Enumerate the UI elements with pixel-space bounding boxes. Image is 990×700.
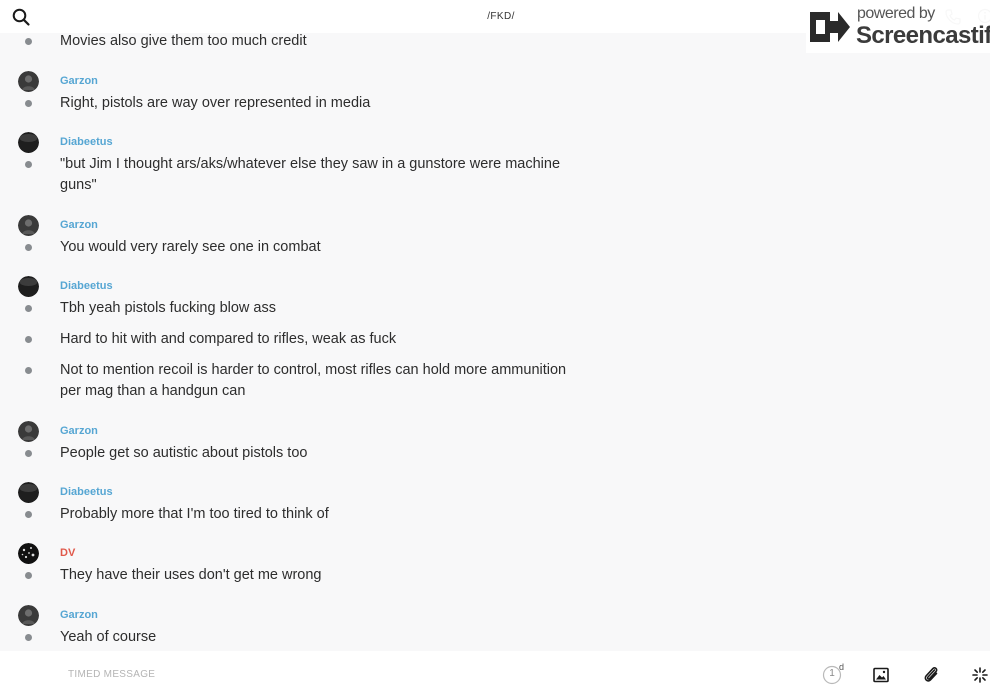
- sender-name[interactable]: Diabeetus: [60, 280, 113, 292]
- screencastify-watermark: powered by Screencastify: [806, 3, 990, 53]
- avatar-garzon[interactable]: [18, 421, 39, 442]
- timer-button[interactable]: 1 d: [822, 662, 845, 687]
- avatar-diabeetus[interactable]: [18, 132, 39, 153]
- timer-unit: d: [839, 662, 845, 672]
- avatar-garzon[interactable]: [18, 71, 39, 92]
- avatar-diabeetus[interactable]: [18, 276, 39, 297]
- message-bullet: [25, 244, 32, 251]
- sender-name[interactable]: DV: [60, 547, 75, 559]
- screencastify-logo-icon: [808, 6, 854, 48]
- message-list[interactable]: Movies also give them too much credit Ga…: [0, 33, 990, 650]
- composer-bar: TIMED MESSAGE 1 d: [0, 651, 990, 700]
- message-bullet: [25, 161, 32, 168]
- image-icon[interactable]: [873, 667, 889, 683]
- message-bullet: [25, 367, 32, 374]
- message-bullet: [25, 305, 32, 312]
- message-bullet: [25, 572, 32, 579]
- sender-name[interactable]: Garzon: [60, 609, 98, 621]
- message-text: Movies also give them too much credit: [60, 33, 307, 49]
- message-text: They have their uses don't get me wrong: [60, 567, 322, 583]
- message-text: You would very rarely see one in combat: [60, 239, 321, 255]
- avatar-garzon[interactable]: [18, 605, 39, 626]
- message-bullet: [25, 100, 32, 107]
- message-input[interactable]: TIMED MESSAGE: [68, 669, 155, 680]
- message-text: Tbh yeah pistols fucking blow ass: [60, 300, 276, 316]
- watermark-line2: Screencastify: [856, 22, 990, 49]
- message-text: Probably more that I'm too tired to thin…: [60, 506, 329, 522]
- message-bullet: [25, 634, 32, 641]
- message-text: "but Jim I thought ars/aks/whatever else…: [60, 156, 561, 193]
- sender-name[interactable]: Diabeetus: [60, 136, 113, 148]
- sender-name[interactable]: Garzon: [60, 425, 98, 437]
- avatar-garzon[interactable]: [18, 215, 39, 236]
- avatar-diabeetus[interactable]: [18, 482, 39, 503]
- message-bullet: [25, 336, 32, 343]
- chat-app: /FKD/ Movies also give them too much cre…: [0, 0, 990, 700]
- sender-name[interactable]: Diabeetus: [60, 486, 113, 498]
- watermark-line1: powered by: [857, 5, 935, 22]
- sparkle-icon[interactable]: [972, 667, 988, 683]
- message-bullet: [25, 511, 32, 518]
- sender-name[interactable]: Garzon: [60, 75, 98, 87]
- message-bullet: [25, 38, 32, 45]
- message-text: People get so autistic about pistols too: [60, 445, 308, 461]
- message-bullet: [25, 450, 32, 457]
- message-text: Right, pistols are way over represented …: [60, 95, 371, 111]
- message-text: Not to mention recoil is harder to contr…: [60, 362, 567, 399]
- message-text: Hard to hit with and compared to rifles,…: [60, 331, 397, 347]
- paperclip-icon[interactable]: [922, 665, 940, 685]
- sender-name[interactable]: Garzon: [60, 219, 98, 231]
- message-text: Yeah of course: [60, 629, 157, 645]
- avatar-dv[interactable]: [18, 543, 39, 564]
